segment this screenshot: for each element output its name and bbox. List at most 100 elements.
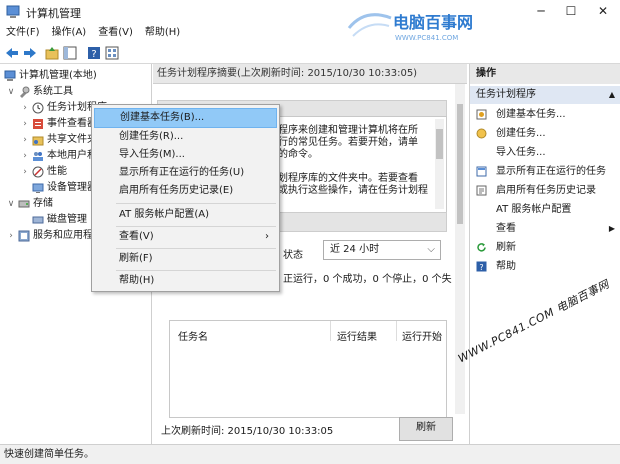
help-icon[interactable]: ?	[86, 45, 102, 61]
status-bar-text: 快速创建简单任务。	[4, 449, 94, 460]
overview-scrollbar[interactable]	[435, 119, 444, 209]
status-period-value: 近 24 小时	[330, 244, 380, 255]
context-at-service-config[interactable]: AT 服务帐户配置(A)	[94, 205, 277, 225]
menu-separator	[116, 203, 276, 204]
minimize-button[interactable]: ─	[526, 0, 556, 22]
tree-item-label: 存储	[33, 198, 53, 209]
status-label: 状态	[283, 250, 303, 261]
refresh-icon	[477, 243, 486, 252]
status-summary: 正运行，0 个成功，0 个停止，0 个失	[283, 274, 452, 285]
action-create-basic-task[interactable]: 创建基本任务...	[470, 105, 620, 124]
services-icon	[18, 230, 30, 242]
context-create-task[interactable]: 创建任务(R)...	[94, 127, 277, 147]
overview-text: 程序来创建和管理计算机将在所 行的常见任务。若要开始，请单 的命令。 划程序库的…	[278, 125, 428, 197]
chevron-right-icon[interactable]: ›	[6, 228, 16, 244]
menu-action[interactable]: 操作(A)	[46, 24, 93, 42]
action-label: 启用所有任务历史记录	[496, 185, 596, 196]
context-enable-history[interactable]: 启用所有任务历史记录(E)	[94, 181, 277, 201]
up-folder-icon[interactable]	[44, 45, 60, 61]
chevron-right-icon[interactable]: ›	[20, 148, 30, 164]
refresh-button[interactable]: 刷新	[399, 417, 453, 441]
action-label: 显示所有正在运行的任务	[496, 166, 606, 177]
svg-text:?: ?	[479, 263, 483, 272]
action-help[interactable]: ? 帮助	[470, 257, 620, 276]
actions-header: 操作	[470, 64, 620, 84]
action-label: 刷新	[496, 242, 516, 253]
back-arrow-icon[interactable]	[4, 45, 20, 61]
action-at-service-config[interactable]: AT 服务帐户配置	[470, 200, 620, 219]
performance-icon	[32, 166, 44, 178]
chevron-right-icon[interactable]: ›	[20, 116, 30, 132]
device-manager-icon	[32, 183, 44, 193]
clock-icon	[32, 102, 44, 114]
scrollbar-thumb[interactable]	[457, 104, 463, 224]
context-menu: 创建基本任务(B)... 创建任务(R)... 导入任务(M)... 显示所有正…	[91, 104, 280, 292]
overview-line: 程序来创建和管理计算机将在所	[278, 125, 418, 136]
action-label: 查看	[496, 223, 516, 234]
submenu-arrow-icon: ›	[265, 231, 269, 242]
storage-icon	[18, 200, 30, 208]
maximize-button[interactable]: ☐	[556, 0, 586, 22]
actions-pane: 操作 任务计划程序 ▲ 创建基本任务... 创建任务... 导入任务... 显示…	[469, 64, 620, 444]
chevron-right-icon[interactable]: ›	[20, 100, 30, 116]
chevron-right-icon[interactable]: ›	[20, 164, 30, 180]
overview-line: 或执行这些操作，请在任务计划程	[278, 185, 428, 196]
column-run-result[interactable]: 运行结果	[337, 328, 377, 343]
running-tasks-icon	[476, 166, 487, 177]
menu-view[interactable]: 查看(V)	[92, 24, 139, 42]
tree-item-label: 事件查看器	[47, 118, 97, 129]
action-label: 导入任务...	[496, 147, 546, 158]
menu-help[interactable]: 帮助(H)	[139, 24, 186, 42]
context-help[interactable]: 帮助(H)	[94, 271, 277, 291]
svg-text:?: ?	[91, 49, 96, 60]
last-refresh-text: 上次刷新时间: 2015/10/30 10:33:05	[161, 426, 334, 437]
action-label: 帮助	[496, 261, 516, 272]
column-divider	[396, 321, 397, 341]
tree-item-label: 计算机管理(本地)	[19, 70, 97, 81]
context-view-label: 查看(V)	[119, 231, 154, 242]
forward-arrow-icon[interactable]	[22, 45, 38, 61]
create-basic-task-icon	[476, 109, 487, 120]
context-import-task[interactable]: 导入任务(M)...	[94, 145, 277, 165]
status-period-select[interactable]: 近 24 小时 ⌵	[323, 240, 441, 260]
action-refresh[interactable]: 刷新	[470, 238, 620, 257]
action-label: AT 服务帐户配置	[496, 204, 572, 215]
action-enable-history[interactable]: 启用所有任务历史记录	[470, 181, 620, 200]
chevron-down-icon: ⌵	[427, 244, 435, 255]
actions-section-task-scheduler[interactable]: 任务计划程序 ▲	[470, 86, 620, 104]
shared-folder-icon	[32, 136, 44, 146]
create-task-icon	[476, 128, 487, 139]
context-create-basic-task[interactable]: 创建基本任务(B)...	[94, 108, 277, 128]
tools-icon	[20, 86, 30, 98]
action-view[interactable]: 查看 ▶	[470, 219, 620, 238]
action-import-task[interactable]: 导入任务...	[470, 143, 620, 162]
action-create-task[interactable]: 创建任务...	[470, 124, 620, 143]
chevron-right-icon[interactable]: ›	[20, 132, 30, 148]
users-icon	[33, 152, 43, 161]
collapse-arrow-icon[interactable]: ▲	[609, 86, 615, 104]
tree-item-label: 设备管理器	[47, 182, 97, 193]
context-show-running[interactable]: 显示所有正在运行的任务(U)	[94, 163, 277, 183]
computer-management-icon	[6, 5, 20, 18]
show-hide-tree-icon[interactable]	[62, 45, 78, 61]
tree-item-label: 系统工具	[33, 86, 73, 97]
status-bar: 快速创建简单任务。	[0, 444, 620, 464]
help-icon: ?	[476, 261, 487, 272]
scrollbar-thumb[interactable]	[436, 129, 443, 159]
menu-file[interactable]: 文件(F)	[0, 24, 46, 42]
task-status-table: 任务名 运行结果 运行开始	[169, 320, 447, 418]
overview-line: 的命令。	[278, 149, 318, 160]
properties-icon[interactable]	[104, 45, 120, 61]
actions-section-label: 任务计划程序	[476, 89, 536, 100]
column-task-name[interactable]: 任务名	[178, 328, 208, 343]
action-show-running-tasks[interactable]: 显示所有正在运行的任务	[470, 162, 620, 181]
title-bar: 计算机管理 电脑百事网 WWW.PC841.COM ─ ☐ ✕	[0, 0, 620, 42]
chevron-down-icon[interactable]: ∨	[6, 84, 16, 100]
context-refresh[interactable]: 刷新(F)	[94, 249, 277, 269]
column-run-start[interactable]: 运行开始	[402, 328, 442, 343]
computer-icon	[4, 70, 16, 81]
close-button[interactable]: ✕	[588, 0, 618, 22]
context-view[interactable]: 查看(V) ›	[94, 227, 277, 247]
tree-item-label: 共享文件夹	[47, 134, 97, 145]
chevron-down-icon[interactable]: ∨	[6, 196, 16, 212]
